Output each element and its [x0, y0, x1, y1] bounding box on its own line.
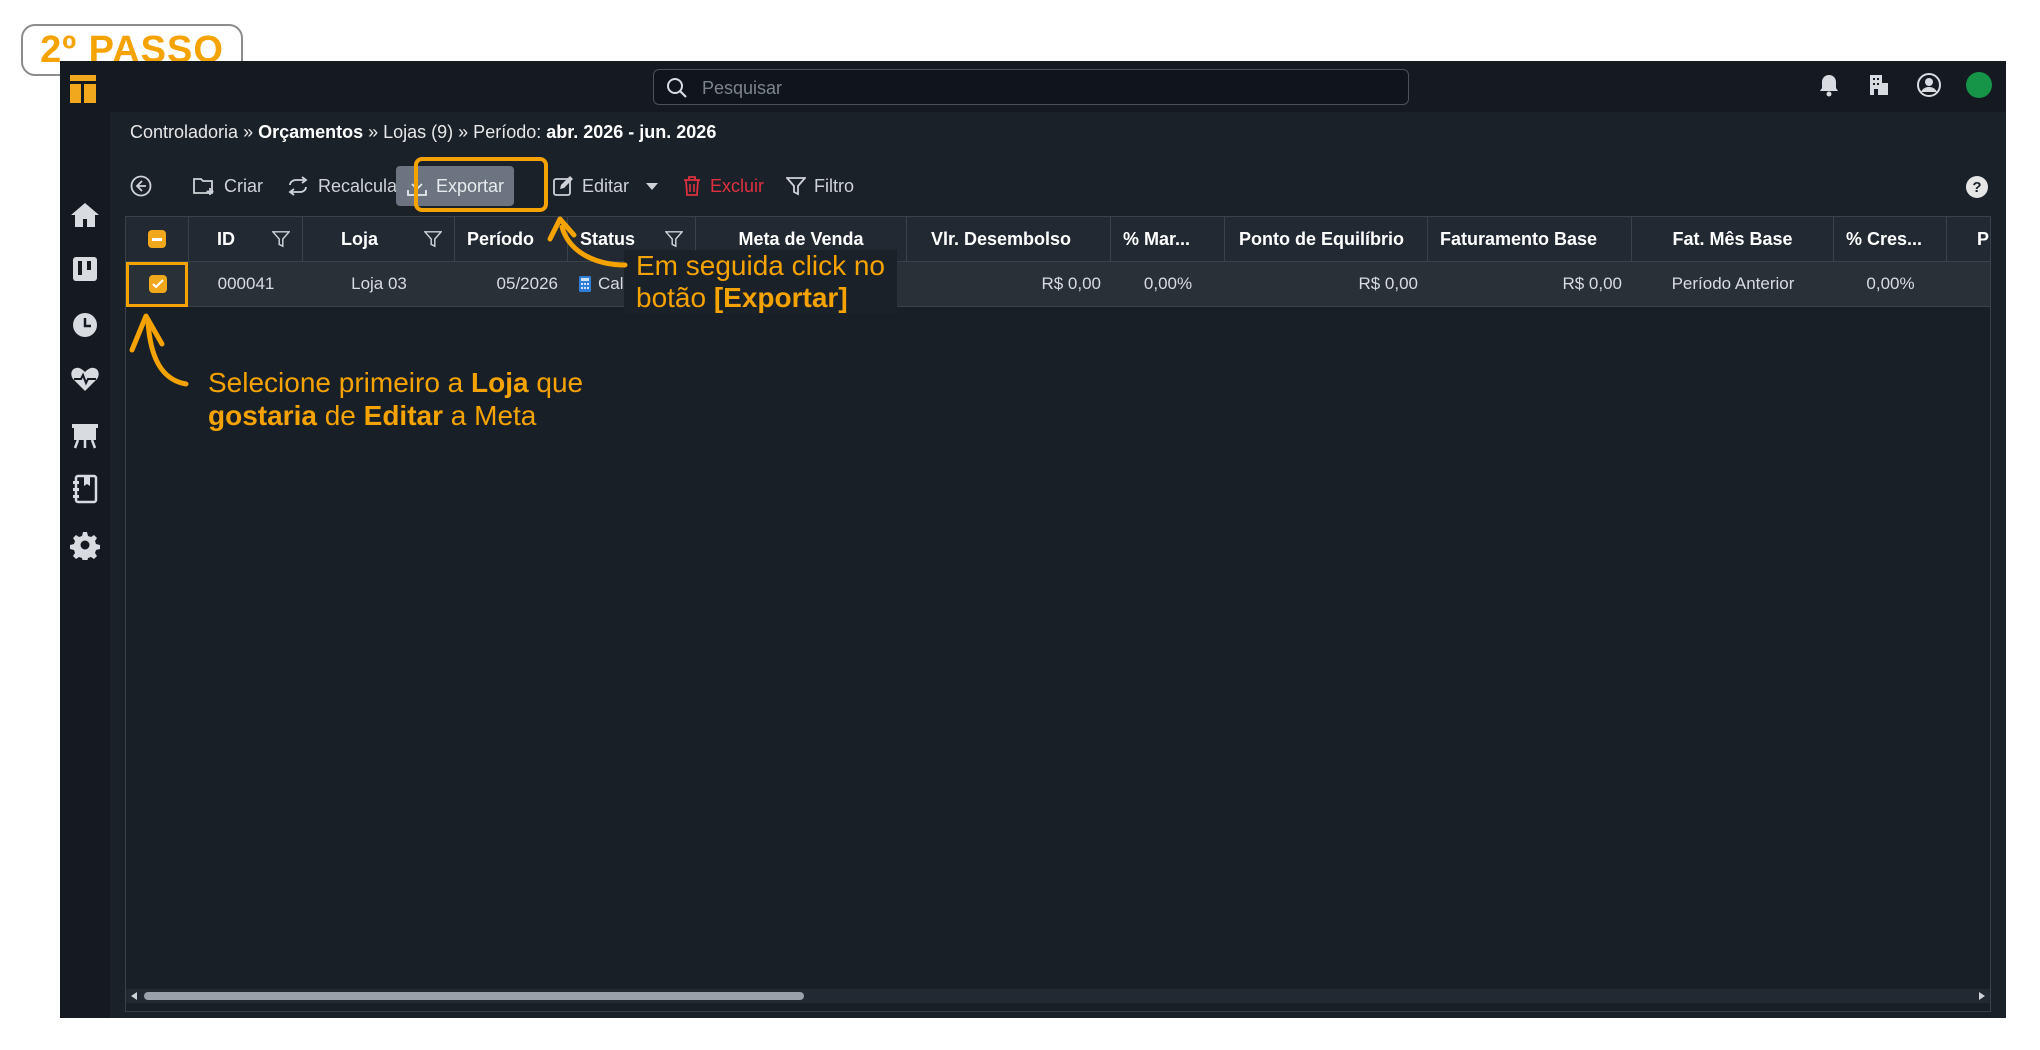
table-footer-totals: 0009 R$ 37.403.396,67 R$ 6.410.712,96 23… [125, 1010, 1989, 1050]
curved-arrow-to-export [547, 216, 628, 268]
callout-export: Em seguida click no botão [Exportar] [624, 250, 898, 314]
toolbar: Criar Recalcular Exportar Editar Excluir [128, 164, 1998, 208]
data-grid: ID Loja Período Status Meta de Venda Vlr… [125, 216, 1991, 1012]
total-ponto-equilibrio: R$ 23.063.013,56 [1273, 1017, 1417, 1038]
breadcrumb-lojas-periodo: » Lojas (9) » Período: [363, 122, 547, 142]
filter-label: Filtro [814, 175, 854, 196]
cell-vlr-desembolso: R$ 0,00 [1041, 274, 1101, 293]
total-count: 0009 [220, 1017, 261, 1038]
breadcrumb-controladoria[interactable]: Controladoria » [130, 122, 258, 142]
calculator-icon [579, 276, 591, 292]
column-filter-icon[interactable] [665, 230, 683, 248]
total-faturamento-base: R$ 35.219.212,17 [1477, 1017, 1621, 1038]
callout-select-store: Selecione primeiro a Loja que gostaria d… [208, 367, 584, 431]
scroll-right-icon[interactable] [1977, 991, 1987, 1001]
column-filter-icon[interactable] [424, 230, 442, 248]
refresh-icon [288, 176, 308, 196]
bell-icon[interactable] [1816, 72, 1842, 98]
heartbeat-icon[interactable] [68, 362, 102, 396]
caret-down-icon[interactable] [645, 181, 659, 191]
search-input[interactable] [700, 74, 1384, 102]
folder-plus-icon [193, 178, 214, 195]
breadcrumb: Controladoria » Orçamentos » Lojas (9) »… [130, 122, 716, 143]
total-margem: 23,68% [1136, 1017, 1198, 1038]
breadcrumb-period-range: abr. 2026 - jun. 2026 [546, 122, 717, 142]
filter-button[interactable]: Filtro [786, 164, 854, 208]
create-label: Criar [224, 175, 263, 196]
column-header-loja[interactable]: Loja [303, 217, 455, 261]
clock-icon[interactable] [68, 308, 102, 342]
back-arrow-icon [130, 175, 152, 197]
kanban-icon[interactable] [68, 252, 102, 286]
column-header-crescimento[interactable]: % Cres... [1834, 217, 1947, 261]
gear-icon[interactable] [68, 528, 102, 562]
home-icon[interactable] [68, 198, 102, 232]
presentation-icon[interactable] [68, 418, 102, 452]
scroll-left-icon[interactable] [129, 991, 139, 1001]
top-bar [60, 61, 2006, 112]
column-header-faturamento-base[interactable]: Faturamento Base [1428, 217, 1632, 261]
main-content: Controladoria » Orçamentos » Lojas (9) »… [110, 112, 2006, 1038]
edit-icon [553, 176, 573, 196]
back-button[interactable] [130, 164, 152, 208]
create-button[interactable]: Criar [192, 164, 263, 208]
breadcrumb-orcamentos[interactable]: Orçamentos [258, 122, 363, 142]
edit-button[interactable]: Editar [552, 164, 659, 208]
search-icon [667, 78, 687, 98]
cell-ponto-equilibrio: R$ 0,00 [1358, 274, 1418, 293]
curved-arrow-to-checkbox [129, 313, 189, 387]
horizontal-scrollbar[interactable] [126, 989, 1990, 1003]
building-icon[interactable] [1866, 72, 1892, 98]
recalculate-button[interactable]: Recalcular [286, 164, 403, 208]
delete-label: Excluir [710, 175, 765, 196]
search-box[interactable] [653, 69, 1409, 105]
total-crescimento: 10,33% [1858, 1017, 1921, 1038]
total-meta-venda: R$ 37.403.396,67 [752, 1017, 896, 1038]
user-circle-icon[interactable] [1916, 72, 1942, 98]
app-window: Controladoria » Orçamentos » Lojas (9) »… [60, 61, 2006, 1038]
column-header-fat-mes-base[interactable]: Fat. Mês Base [1632, 217, 1834, 261]
column-header-pre[interactable]: Pre [1947, 217, 1990, 261]
notebook-icon[interactable] [68, 472, 102, 506]
checkbox-highlight-box [126, 262, 188, 307]
indeterminate-checkbox-icon[interactable] [148, 230, 166, 248]
table-row[interactable]: 000041 Loja 03 05/2026 Calc R$ 0,00 0,00… [126, 262, 1990, 307]
app-logo[interactable] [70, 75, 96, 103]
export-highlight-box [414, 157, 548, 212]
column-header-ponto-equilibrio[interactable]: Ponto de Equilíbrio [1225, 217, 1428, 261]
filter-icon [786, 177, 806, 196]
column-filter-icon[interactable] [272, 230, 290, 248]
table-header: ID Loja Período Status Meta de Venda Vlr… [126, 217, 1990, 262]
cell-loja: Loja 03 [351, 274, 407, 293]
trash-icon [684, 176, 700, 196]
cell-faturamento-base: R$ 0,00 [1562, 274, 1622, 293]
delete-button[interactable]: Excluir [682, 164, 764, 208]
cell-crescimento: 0,00% [1866, 274, 1915, 293]
edit-label: Editar [582, 175, 630, 196]
column-header-margem[interactable]: % Mar... [1111, 217, 1225, 261]
cell-margem: 0,00% [1143, 274, 1193, 293]
cell-id: 000041 [217, 274, 275, 293]
recalculate-label: Recalcular [318, 175, 404, 196]
sidebar [60, 112, 110, 1018]
cell-fat-mes-base: Período Anterior [1671, 274, 1795, 293]
status-online-indicator [1966, 72, 1992, 98]
column-header-id[interactable]: ID [189, 217, 303, 261]
scrollbar-thumb[interactable] [144, 992, 804, 1000]
select-all-checkbox[interactable] [126, 217, 189, 261]
total-vlr-desembolso: R$ 6.410.712,96 [966, 1017, 1100, 1038]
help-icon[interactable]: ? [1966, 176, 1988, 198]
column-header-vlr-desembolso[interactable]: Vlr. Desembolso [907, 217, 1111, 261]
